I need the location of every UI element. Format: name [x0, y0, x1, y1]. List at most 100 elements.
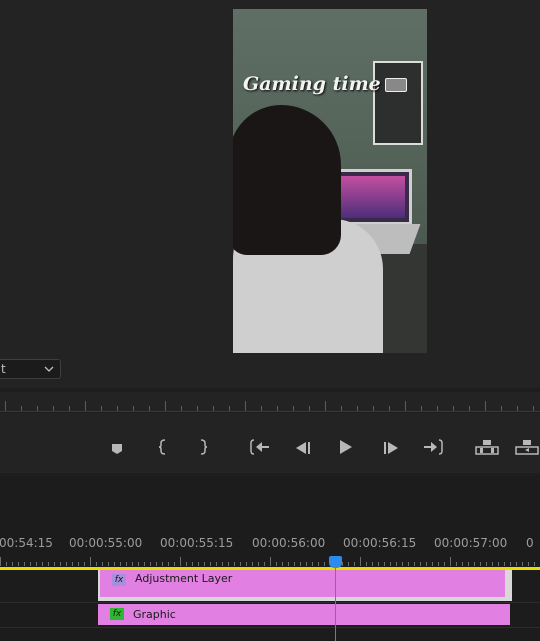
- go-to-out-button[interactable]: [421, 437, 445, 461]
- transport-controls: [0, 413, 540, 473]
- ruler-tick: [384, 562, 385, 566]
- step-back-icon: [295, 440, 311, 459]
- ruler-tick: [517, 406, 518, 411]
- ruler-tick: [348, 562, 349, 566]
- go-to-in-button[interactable]: [248, 437, 272, 461]
- ruler-tick: [264, 562, 265, 566]
- ruler-tick: [533, 406, 534, 411]
- ruler-tick: [6, 562, 7, 566]
- ruler-tick: [270, 557, 271, 566]
- video-frame[interactable]: Gaming time: [233, 9, 427, 353]
- ruler-tick: [0, 557, 1, 566]
- ruler-tick: [84, 562, 85, 566]
- adjustment-layer-clip[interactable]: fx Adjustment Layer: [100, 570, 505, 597]
- ruler-tick: [408, 562, 409, 566]
- ruler-tick: [246, 562, 247, 566]
- chevron-down-icon: [44, 360, 54, 384]
- ruler-tick: [318, 562, 319, 566]
- ruler-tick: [309, 406, 310, 411]
- ruler-tick: [510, 562, 511, 566]
- ruler-tick: [210, 562, 211, 566]
- timecode-label: 00:00:57:00: [434, 536, 508, 550]
- ruler-tick: [282, 562, 283, 566]
- ruler-tick: [156, 562, 157, 566]
- ruler-tick: [53, 406, 54, 411]
- go-to-out-icon: [423, 439, 443, 459]
- ruler-tick: [197, 406, 198, 411]
- ruler-tick: [149, 406, 150, 411]
- track-v2[interactable]: fx Adjustment Layer: [0, 570, 540, 603]
- ruler-tick: [342, 562, 343, 566]
- ruler-tick: [240, 562, 241, 566]
- ruler-tick: [60, 562, 61, 566]
- lift-icon: [475, 439, 499, 459]
- ruler-tick: [252, 562, 253, 566]
- overlay-title: Gaming time: [243, 73, 381, 95]
- ruler-tick: [37, 406, 38, 411]
- ruler-tick: [180, 557, 181, 566]
- graphic-clip[interactable]: fx Graphic: [98, 604, 510, 625]
- ruler-tick: [420, 562, 421, 566]
- ruler-tick: [132, 562, 133, 566]
- fit-dropdown-value: t: [1, 362, 6, 376]
- ruler-tick: [444, 562, 445, 566]
- ruler-tick: [186, 562, 187, 566]
- timecode-ruler-labels: 00:54:15 00:00:55:00 00:00:55:15 00:00:5…: [0, 536, 540, 554]
- mark-out-button[interactable]: [191, 437, 215, 461]
- ruler-tick: [522, 562, 523, 566]
- ruler-tick: [168, 562, 169, 566]
- go-to-in-icon: [250, 439, 270, 459]
- ruler-tick: [396, 562, 397, 566]
- premiere-window: Gaming time t 00:54:15 00:00:55:00 00:00…: [0, 0, 540, 641]
- mark-in-button[interactable]: [151, 437, 175, 461]
- ruler-tick: [438, 562, 439, 566]
- ruler-tick: [469, 406, 470, 411]
- extract-button[interactable]: [515, 437, 539, 461]
- ruler-tick: [228, 562, 229, 566]
- ruler-tick: [54, 562, 55, 566]
- ruler-tick: [293, 406, 294, 411]
- lift-button[interactable]: [475, 437, 499, 461]
- timeline-ruler[interactable]: [0, 556, 540, 566]
- track-v1[interactable]: fx Graphic: [0, 604, 540, 628]
- ruler-tick: [437, 406, 438, 411]
- marker-icon: [111, 440, 123, 459]
- ruler-tick: [354, 562, 355, 566]
- step-forward-icon: [383, 440, 399, 459]
- fit-dropdown[interactable]: t: [0, 359, 61, 379]
- ruler-tick: [528, 562, 529, 566]
- play-button[interactable]: [334, 437, 358, 461]
- clip-label: Graphic: [133, 608, 176, 621]
- step-back-button[interactable]: [291, 437, 315, 461]
- ruler-tick: [120, 562, 121, 566]
- frame-overlay-text: Gaming time: [243, 73, 407, 95]
- ruler-tick: [492, 562, 493, 566]
- ruler-tick: [213, 406, 214, 411]
- ruler-tick: [85, 401, 86, 411]
- ruler-tick: [174, 562, 175, 566]
- ruler-tick: [108, 562, 109, 566]
- ruler-tick: [66, 562, 67, 566]
- ruler-tick: [12, 562, 13, 566]
- ruler-tick: [450, 557, 451, 566]
- ruler-tick: [501, 406, 502, 411]
- ruler-tick: [144, 562, 145, 566]
- ruler-tick: [421, 406, 422, 411]
- ruler-tick: [277, 406, 278, 411]
- ruler-tick: [402, 562, 403, 566]
- monitor-time-ruler[interactable]: [0, 392, 540, 412]
- laptop-screen: [335, 176, 405, 218]
- mark-out-icon: [198, 439, 208, 459]
- step-forward-button[interactable]: [379, 437, 403, 461]
- ruler-tick: [30, 562, 31, 566]
- add-marker-button[interactable]: [105, 437, 129, 461]
- ruler-tick: [468, 562, 469, 566]
- ruler-tick: [96, 562, 97, 566]
- ruler-tick: [102, 562, 103, 566]
- ruler-tick: [300, 562, 301, 566]
- ruler-tick: [378, 562, 379, 566]
- playhead-handle[interactable]: [329, 556, 342, 568]
- ruler-tick: [245, 401, 246, 411]
- ruler-tick: [498, 562, 499, 566]
- ruler-tick: [341, 406, 342, 411]
